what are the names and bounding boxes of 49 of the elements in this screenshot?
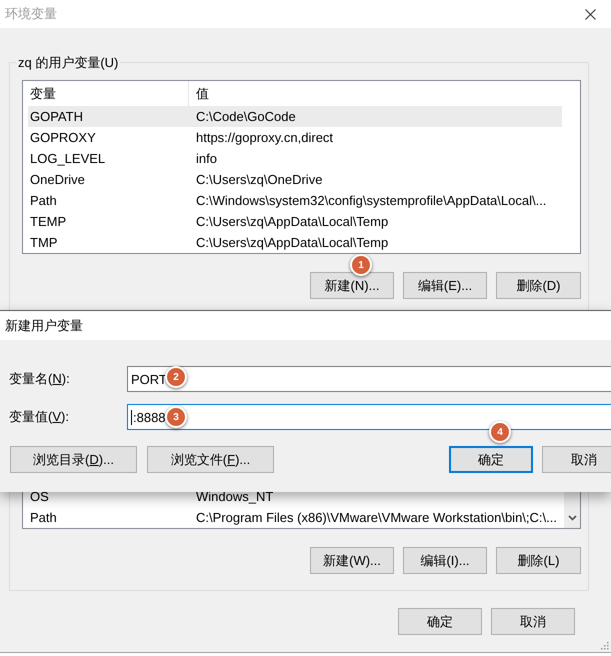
field-label: 变量值(V): bbox=[9, 408, 70, 426]
variable-name: TEMP bbox=[29, 214, 68, 229]
dialog-button[interactable]: 取消 bbox=[542, 446, 611, 473]
resize-grip-icon[interactable] bbox=[600, 641, 609, 650]
variable-value: Windows_NT bbox=[195, 489, 274, 504]
variable-value: C:\Users\zq\AppData\Local\Temp bbox=[195, 214, 390, 229]
dialog-button[interactable]: 新建(N)... bbox=[310, 272, 394, 299]
list-row[interactable]: GOPATH C:\Code\GoCode bbox=[28, 106, 562, 127]
column-header[interactable]: 值 bbox=[189, 81, 562, 106]
list-row[interactable]: TEMP C:\Users\zq\AppData\Local\Temp bbox=[28, 211, 562, 232]
variable-value: C:\Code\GoCode bbox=[195, 109, 297, 124]
close-icon[interactable] bbox=[585, 8, 596, 20]
list-row[interactable]: LOG_LEVEL info bbox=[28, 148, 562, 169]
variable-name: GOPATH bbox=[29, 109, 84, 124]
chevron-down-icon[interactable] bbox=[568, 515, 576, 521]
dialog-button[interactable]: 编辑(I)... bbox=[403, 547, 487, 574]
dialog-button[interactable]: 编辑(E)... bbox=[403, 272, 487, 299]
variable-name: OneDrive bbox=[29, 172, 86, 187]
variable-value: https://goproxy.cn,direct bbox=[195, 130, 334, 145]
text-cursor-icon bbox=[131, 410, 132, 424]
dialog-title: 新建用户变量 bbox=[5, 316, 83, 334]
variable-value: info bbox=[195, 151, 218, 166]
dialog-button[interactable]: 确定 bbox=[449, 446, 533, 473]
browse-button[interactable]: 浏览文件(F)... bbox=[147, 446, 274, 473]
list-row[interactable]: TMP C:\Users\zq\AppData\Local\Temp bbox=[28, 232, 562, 253]
dialog-button[interactable]: 新建(W)... bbox=[310, 547, 394, 574]
step-number-badge: 1 bbox=[350, 254, 372, 276]
variable-name: TMP bbox=[29, 235, 58, 250]
list-row[interactable]: Path C:\Windows\system32\config\systemprofile\AppData\Local\... bbox=[28, 190, 562, 211]
group-title: zq 的用户变量(U) bbox=[17, 54, 120, 71]
variable-value: C:\Users\zq\OneDrive bbox=[195, 172, 324, 187]
variable-name: GOPROXY bbox=[29, 130, 97, 145]
window-title: 环境变量 bbox=[5, 5, 57, 23]
field-label: 变量名(N): bbox=[9, 370, 71, 388]
dialog-button[interactable]: 确定 bbox=[398, 608, 482, 635]
variable-value: C:\Program Files (x86)\VMware\VMware Workstation\bin\;C:\... bbox=[195, 510, 558, 525]
variable-name: Path bbox=[29, 510, 58, 525]
dialog-button[interactable]: 删除(L) bbox=[496, 547, 581, 574]
variable-name: LOG_LEVEL bbox=[29, 151, 106, 166]
list-row[interactable]: GOPROXY https://goproxy.cn,direct bbox=[28, 127, 562, 148]
variable-value: C:\Windows\system32\config\systemprofile\AppData\Local\... bbox=[195, 193, 548, 208]
variable-name: OS bbox=[29, 489, 50, 504]
list-row[interactable]: Path C:\Program Files (x86)\VMware\VMware Workstation\bin\;C:\... bbox=[28, 507, 564, 528]
variable-name: Path bbox=[29, 193, 58, 208]
dialog-button[interactable]: 取消 bbox=[491, 608, 575, 635]
list-row[interactable]: OneDrive C:\Users\zq\OneDrive bbox=[28, 169, 562, 190]
variable-value: C:\Users\zq\AppData\Local\Temp bbox=[195, 235, 390, 250]
browse-button[interactable]: 浏览目录(D)... bbox=[10, 446, 137, 473]
dialog-button[interactable]: 删除(D) bbox=[496, 272, 581, 299]
